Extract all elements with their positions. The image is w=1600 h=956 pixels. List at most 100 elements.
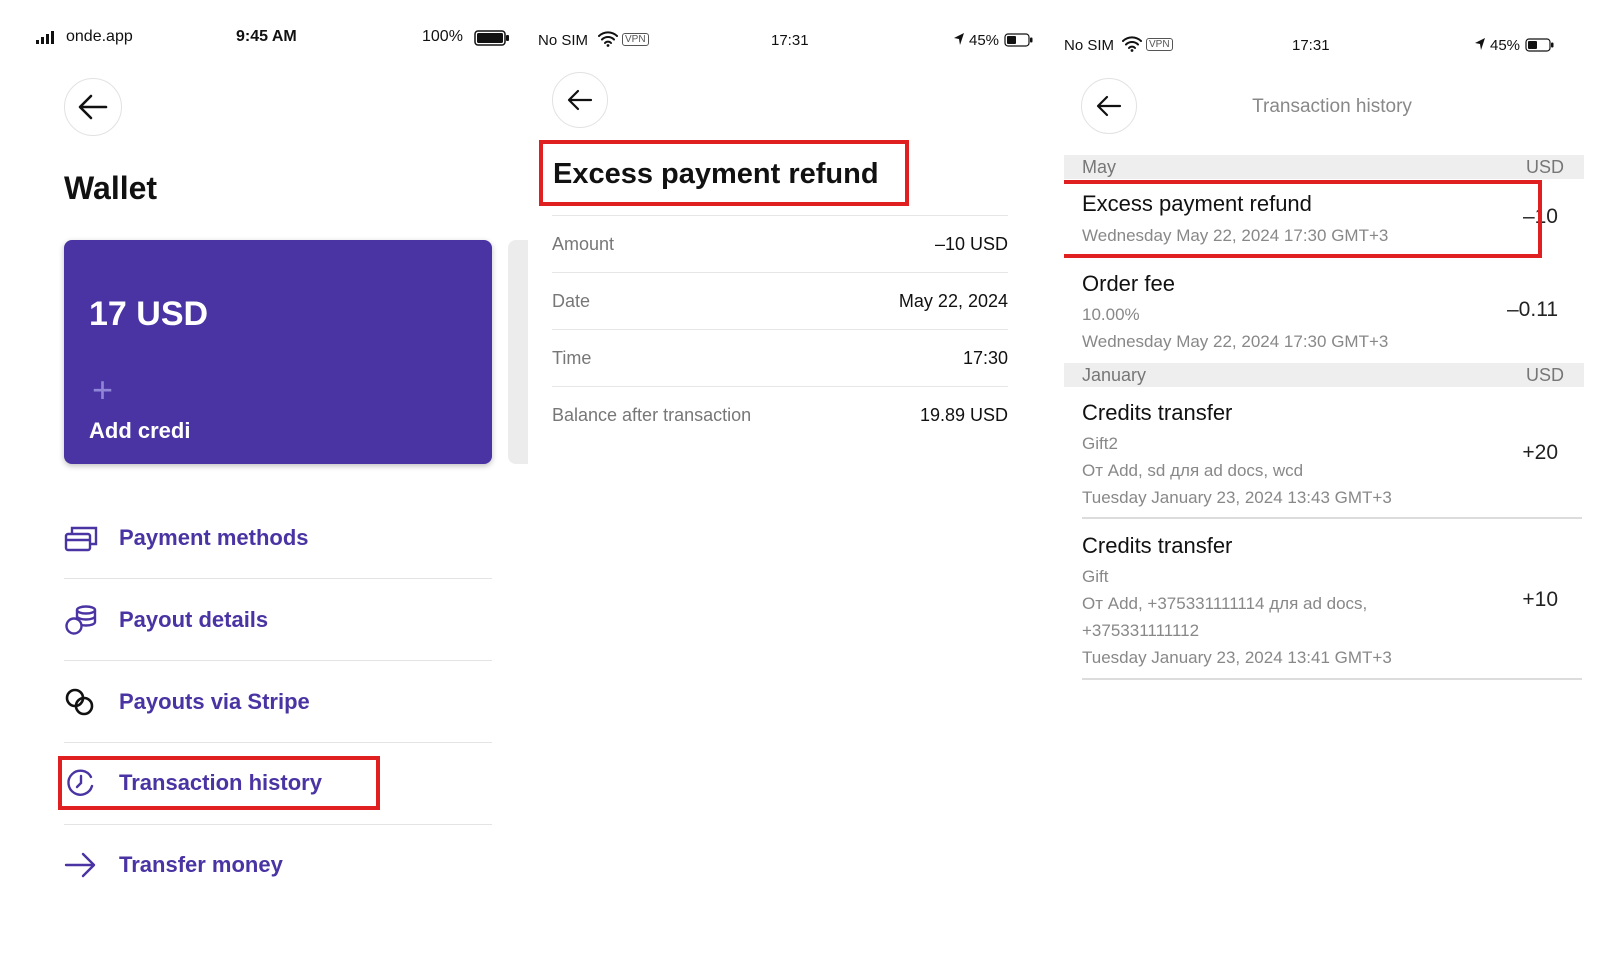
transaction-history-screen: No SIM VPN 17:31 45% Transaction history… bbox=[1064, 0, 1600, 956]
detail-value: May 22, 2024 bbox=[898, 291, 1008, 311]
rings-icon bbox=[64, 687, 98, 717]
divider bbox=[1082, 517, 1582, 519]
carrier-label: onde.app bbox=[66, 28, 133, 45]
battery-percent: 100% bbox=[422, 28, 463, 45]
transaction-row[interactable]: Order fee 10.00% Wednesday May 22, 2024 … bbox=[1082, 271, 1572, 351]
transaction-subline: 10.00% Wednesday May 22, 2024 17:30 GMT+… bbox=[1082, 301, 1572, 355]
menu-item-transfer-money[interactable]: Transfer money bbox=[64, 830, 492, 900]
transaction-amount: –10 bbox=[1522, 205, 1558, 228]
menu-item-payout-details[interactable]: Payout details bbox=[64, 585, 492, 655]
detail-value: –10 USD bbox=[934, 234, 1008, 254]
transaction-detail: +375331111112 bbox=[1082, 621, 1200, 640]
transaction-detail: 10.00% bbox=[1082, 305, 1140, 324]
menu-label: Payout details bbox=[119, 607, 269, 632]
transaction-detail: Gift bbox=[1082, 567, 1109, 586]
transaction-date: Tuesday January 23, 2024 13:41 GMT+3 bbox=[1082, 648, 1392, 667]
transaction-detail: От Add, +375331111114 для ad docs, bbox=[1082, 594, 1368, 613]
balance-amount: 17 USD bbox=[89, 295, 209, 333]
section-currency: USD bbox=[1525, 365, 1564, 385]
menu-label: Payouts via Stripe bbox=[119, 689, 310, 714]
history-icon bbox=[64, 768, 98, 798]
section-header-may: May USD bbox=[1064, 155, 1584, 179]
balance-card[interactable]: 17 USD + Add credi bbox=[64, 240, 492, 464]
page-title: Wallet bbox=[64, 170, 158, 206]
battery-percent: 45% bbox=[969, 32, 1000, 49]
section-currency: USD bbox=[1525, 157, 1564, 177]
detail-value: 19.89 USD bbox=[919, 405, 1008, 425]
transaction-title: Excess payment refund bbox=[1082, 191, 1312, 216]
wifi-icon bbox=[1122, 36, 1142, 56]
transaction-subline: Gift От Add, +375331111114 для ad docs, … bbox=[1082, 563, 1572, 671]
vpn-badge: VPN bbox=[1146, 38, 1173, 51]
location-icon bbox=[953, 32, 965, 50]
divider bbox=[64, 578, 492, 579]
back-button[interactable] bbox=[552, 72, 608, 128]
coins-icon bbox=[64, 605, 98, 635]
clock: 17:31 bbox=[771, 32, 809, 49]
carrier-label: No SIM bbox=[1064, 37, 1115, 54]
divider bbox=[64, 824, 492, 825]
menu-label: Transaction history bbox=[119, 770, 322, 795]
menu-label: Transfer money bbox=[119, 852, 283, 877]
transaction-detail: От Add, sd для ad docs, wcd bbox=[1082, 461, 1304, 480]
signal-icon bbox=[36, 30, 58, 48]
transaction-detail: Gift2 bbox=[1082, 434, 1118, 453]
transaction-subline: Gift2 От Add, sd для ad docs, wcd Tuesda… bbox=[1082, 430, 1572, 511]
carrier-label: No SIM bbox=[538, 32, 589, 49]
detail-label: Amount bbox=[552, 234, 615, 254]
detail-row-balance: Balance after transaction 19.89 USD bbox=[552, 386, 1008, 444]
wallet-screen: onde.app 9:45 AM 100% Wallet 17 USD + Ad… bbox=[0, 0, 530, 956]
transaction-row[interactable]: Excess payment refund Wednesday May 22, … bbox=[1082, 191, 1572, 251]
detail-row-time: Time 17:30 bbox=[552, 329, 1008, 387]
detail-row-amount: Amount –10 USD bbox=[552, 215, 1008, 273]
back-button[interactable] bbox=[64, 78, 122, 136]
detail-row-date: Date May 22, 2024 bbox=[552, 272, 1008, 330]
detail-value: 17:30 bbox=[962, 348, 1008, 368]
divider bbox=[64, 660, 492, 661]
transaction-row[interactable]: Credits transfer Gift От Add, +375331111… bbox=[1082, 533, 1572, 673]
transaction-date: Tuesday January 23, 2024 13:43 GMT+3 bbox=[1082, 488, 1392, 507]
transaction-title: Credits transfer bbox=[1082, 400, 1233, 425]
section-header-january: January USD bbox=[1064, 363, 1584, 387]
arrow-right-icon bbox=[64, 850, 98, 880]
menu-item-transaction-history[interactable]: Transaction history bbox=[64, 748, 492, 818]
status-bar: onde.app 9:45 AM 100% bbox=[0, 28, 530, 58]
transaction-title: Credits transfer bbox=[1082, 533, 1233, 558]
clock: 9:45 AM bbox=[236, 28, 297, 45]
transaction-amount: –0.11 bbox=[1507, 298, 1558, 321]
location-icon bbox=[1474, 37, 1486, 55]
next-card-peek[interactable] bbox=[508, 240, 528, 464]
transaction-date: Wednesday May 22, 2024 17:30 GMT+3 bbox=[1082, 226, 1389, 245]
divider bbox=[1082, 678, 1582, 680]
detail-label: Time bbox=[552, 348, 592, 368]
screen-header: Transaction history bbox=[1252, 96, 1412, 117]
cards-icon bbox=[64, 523, 98, 553]
detail-label: Balance after transaction bbox=[552, 405, 752, 425]
vpn-badge: VPN bbox=[622, 33, 649, 46]
status-bar: No SIM VPN 17:31 45% bbox=[1064, 36, 1600, 67]
menu-item-payment-methods[interactable]: Payment methods bbox=[64, 503, 492, 573]
detail-label: Date bbox=[552, 291, 591, 311]
add-credit-button[interactable]: Add credi bbox=[89, 418, 190, 444]
transaction-detail-screen: No SIM VPN 17:31 45% Excess payment refu… bbox=[538, 0, 1048, 956]
battery-icon bbox=[1525, 38, 1555, 56]
battery-percent: 45% bbox=[1490, 37, 1521, 54]
section-name: May bbox=[1082, 157, 1117, 177]
transaction-amount: +10 bbox=[1522, 588, 1558, 611]
transaction-title: Order fee bbox=[1082, 271, 1175, 296]
transaction-amount: +20 bbox=[1522, 441, 1558, 464]
transaction-title: Excess payment refund bbox=[553, 158, 879, 190]
arrow-left-icon bbox=[567, 89, 593, 111]
battery-icon bbox=[1004, 33, 1034, 51]
arrow-left-icon bbox=[78, 94, 108, 120]
transaction-row[interactable]: Credits transfer Gift2 От Add, sd для ad… bbox=[1082, 400, 1572, 510]
plus-icon[interactable]: + bbox=[92, 372, 113, 408]
clock: 17:31 bbox=[1292, 37, 1330, 54]
menu-item-payouts-stripe[interactable]: Payouts via Stripe bbox=[64, 667, 492, 737]
divider bbox=[64, 742, 492, 743]
menu-label: Payment methods bbox=[119, 525, 309, 550]
section-name: January bbox=[1082, 365, 1147, 385]
battery-icon bbox=[474, 30, 510, 50]
wifi-icon bbox=[598, 31, 618, 51]
transaction-date: Wednesday May 22, 2024 17:30 GMT+3 bbox=[1082, 332, 1389, 351]
